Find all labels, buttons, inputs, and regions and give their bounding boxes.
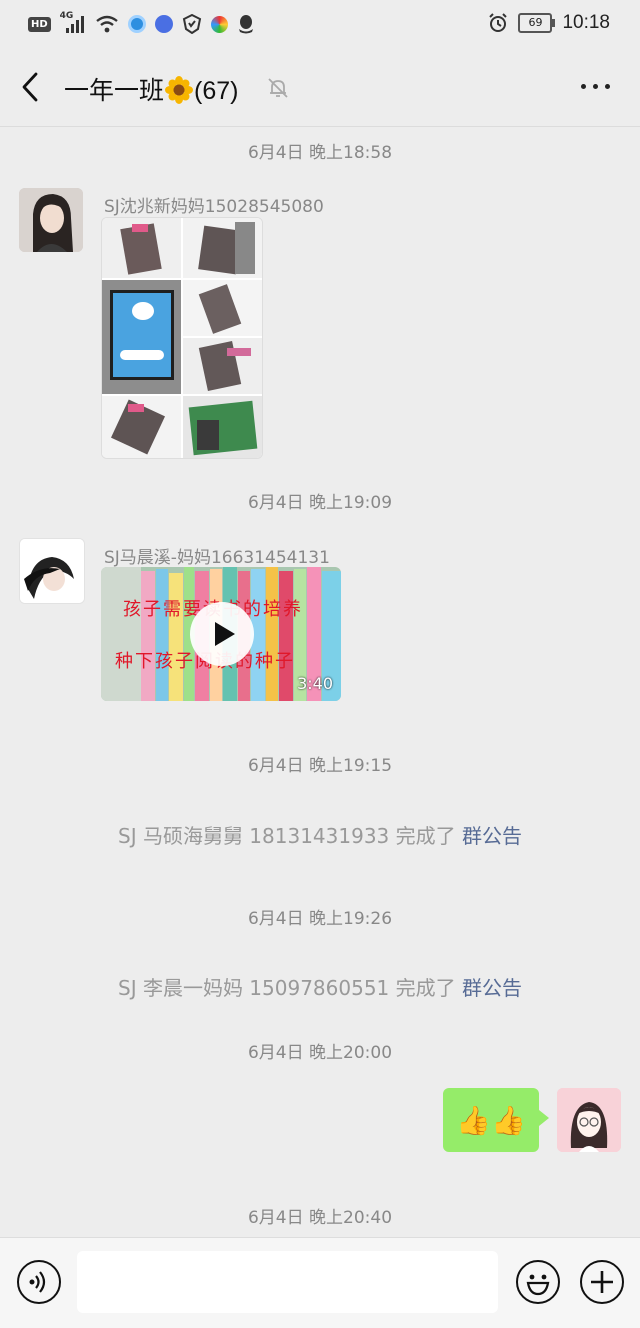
system-message-text: SJ 李晨一妈妈 15097860551 完成了 bbox=[118, 976, 462, 1000]
image-collage-message[interactable] bbox=[101, 217, 263, 459]
system-message: SJ 李晨一妈妈 15097860551 完成了 群公告 bbox=[0, 972, 640, 1001]
wifi-icon bbox=[95, 15, 118, 33]
plus-icon bbox=[591, 1271, 613, 1293]
timestamp: 6月4日 晚上20:00 bbox=[247, 1043, 393, 1063]
sender-name: SJ沈兆新妈妈15028545080 bbox=[104, 197, 324, 217]
timestamp: 6月4日 晚上19:09 bbox=[247, 493, 393, 513]
colorful-app-icon bbox=[210, 15, 228, 33]
network-type: 4G bbox=[59, 11, 74, 21]
video-duration: 3:40 bbox=[297, 674, 333, 693]
qq-icon bbox=[238, 15, 253, 34]
video-message[interactable]: 孩子需要读书的培养 种下孩子阅读的种子 3:40 bbox=[101, 567, 341, 701]
emoji-button[interactable] bbox=[516, 1260, 560, 1304]
group-name: 一年一班 bbox=[64, 77, 165, 105]
my-avatar[interactable] bbox=[557, 1088, 621, 1152]
more-icon[interactable] bbox=[581, 84, 610, 89]
timestamp: 6月4日 晚上19:26 bbox=[247, 909, 393, 929]
collage-photo bbox=[183, 396, 262, 458]
status-bar: HD 4G 69 10:18 bbox=[0, 0, 640, 48]
timestamp: 6月4日 晚上18:58 bbox=[247, 143, 393, 163]
clock: 10:18 bbox=[562, 12, 610, 33]
smiley-icon bbox=[526, 1274, 550, 1296]
voice-input-button[interactable] bbox=[17, 1260, 61, 1304]
music-app-icon bbox=[154, 15, 173, 33]
back-arrow-icon[interactable] bbox=[20, 72, 40, 102]
avatar-photo bbox=[20, 539, 84, 603]
chat-title: 一年一班 (67) bbox=[64, 71, 238, 107]
avatar-photo bbox=[19, 188, 83, 252]
sender-name: SJ马晨溪-妈妈16631454131 bbox=[104, 548, 330, 568]
alarm-icon bbox=[489, 13, 508, 32]
collage-photo bbox=[102, 396, 181, 458]
chat-title-bar: 一年一班 (67) bbox=[0, 50, 640, 127]
member-count: (67) bbox=[194, 77, 239, 105]
sunflower-icon bbox=[165, 76, 194, 104]
collage-photo bbox=[183, 218, 262, 278]
system-message-text: SJ 马硕海舅舅 18131431933 完成了 bbox=[118, 824, 462, 848]
message-input[interactable] bbox=[77, 1251, 498, 1313]
chat-input-bar bbox=[0, 1237, 640, 1328]
shield-app-icon bbox=[182, 14, 201, 34]
collage-photo bbox=[102, 280, 181, 394]
more-functions-button[interactable] bbox=[580, 1260, 624, 1304]
mute-bell-icon bbox=[268, 78, 288, 98]
timestamp: 6月4日 晚上19:15 bbox=[247, 756, 393, 776]
battery-icon: 69 bbox=[518, 13, 556, 33]
avatar[interactable] bbox=[19, 538, 85, 604]
play-button-icon[interactable] bbox=[190, 602, 254, 666]
voice-icon bbox=[29, 1271, 46, 1293]
avatar[interactable] bbox=[19, 188, 83, 252]
system-message: SJ 马硕海舅舅 18131431933 完成了 群公告 bbox=[0, 820, 640, 849]
timestamp: 6月4日 晚上20:40 bbox=[247, 1208, 393, 1228]
hd-badge: HD bbox=[28, 16, 51, 32]
collage-photo bbox=[183, 280, 262, 336]
collage-photo bbox=[183, 338, 262, 394]
avatar-photo bbox=[557, 1088, 621, 1152]
group-notice-link[interactable]: 群公告 bbox=[462, 824, 522, 848]
thumbs-up-emoji: 👍👍 bbox=[456, 1103, 526, 1137]
my-message-bubble[interactable]: 👍👍 bbox=[443, 1088, 549, 1152]
app-notification-icon bbox=[127, 15, 146, 33]
collage-photo bbox=[102, 218, 181, 278]
cellular-signal-icon: 4G bbox=[60, 11, 86, 33]
group-notice-link[interactable]: 群公告 bbox=[462, 976, 522, 1000]
